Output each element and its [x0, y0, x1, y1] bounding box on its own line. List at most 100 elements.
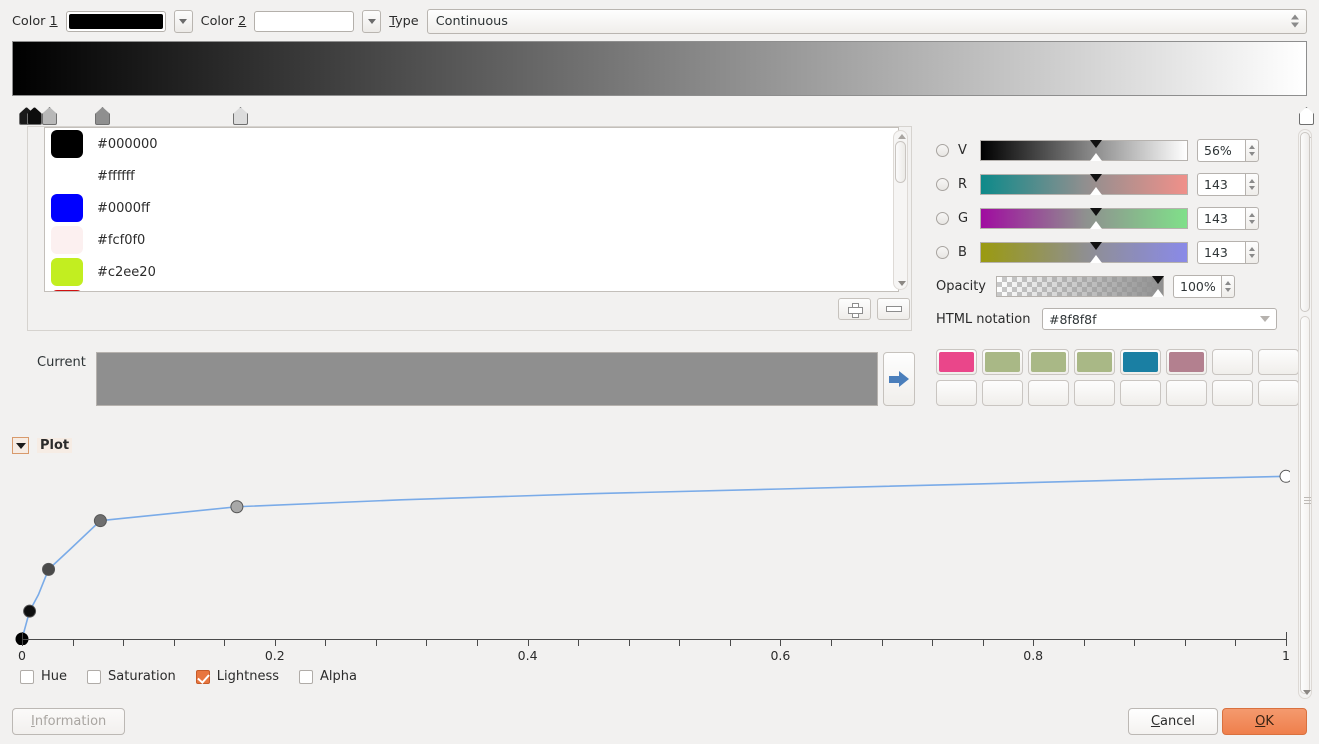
scroll-down-icon[interactable]	[898, 281, 906, 286]
color2-swatch-button[interactable]	[254, 10, 355, 32]
plot-marker[interactable]	[1279, 469, 1293, 483]
html-notation-field[interactable]: #8f8f8f	[1042, 308, 1277, 330]
plot-expander-button[interactable]	[12, 437, 29, 454]
palette-cell[interactable]	[936, 380, 977, 406]
channel-slider-b[interactable]	[980, 241, 1188, 263]
palette-cell[interactable]	[1212, 349, 1253, 375]
channel-value-r[interactable]: 143	[1197, 172, 1245, 196]
slider-thumb-top-icon[interactable]	[1152, 275, 1165, 284]
ok-button[interactable]: OK	[1222, 708, 1307, 735]
palette-cell[interactable]	[982, 380, 1023, 406]
plot-section-header[interactable]: Plot	[12, 437, 73, 454]
slider-thumb-bottom-icon[interactable]	[1090, 186, 1103, 195]
channel-stepper-b[interactable]	[1245, 240, 1259, 264]
color1-swatch-button[interactable]	[65, 10, 166, 32]
palette-cell[interactable]	[1028, 349, 1069, 375]
cancel-button[interactable]: Cancel	[1128, 708, 1218, 735]
gradient-stop-handle[interactable]	[1299, 107, 1314, 125]
plot-marker[interactable]	[23, 604, 37, 618]
opacity-slider[interactable]	[996, 275, 1165, 297]
channel-radio-g[interactable]	[936, 211, 949, 225]
checkbox-saturation[interactable]: Saturation	[87, 669, 176, 684]
palette-cell[interactable]	[936, 349, 977, 375]
channel-stepper-g[interactable]	[1245, 206, 1259, 230]
palette-cell[interactable]	[1166, 380, 1207, 406]
channel-slider-v[interactable]	[980, 139, 1188, 161]
color-list-scrollbar[interactable]	[893, 130, 908, 290]
checkbox-alpha[interactable]: Alpha	[299, 669, 357, 684]
gradient-preview[interactable]	[12, 41, 1307, 96]
color1-dropdown-button[interactable]	[173, 9, 193, 33]
palette-cell[interactable]	[1120, 380, 1161, 406]
gradient-stop-handle[interactable]	[95, 107, 110, 125]
gradient-stop-handle[interactable]	[42, 107, 57, 125]
plot-marker[interactable]	[42, 562, 56, 576]
add-stop-button[interactable]	[838, 298, 871, 320]
slider-thumb-bottom-icon[interactable]	[1152, 288, 1165, 297]
color-stop-row[interactable]: #000000	[45, 128, 898, 160]
slider-thumb-bottom-icon[interactable]	[1090, 152, 1103, 161]
channel-radio-r[interactable]	[936, 177, 949, 191]
palette-cell[interactable]	[1028, 380, 1069, 406]
chevron-down-icon[interactable]	[1260, 316, 1270, 322]
slider-thumb-top-icon[interactable]	[1090, 241, 1103, 250]
color2-dropdown-button[interactable]	[362, 9, 382, 33]
checkbox-hue[interactable]: Hue	[20, 669, 67, 684]
color-stop-row[interactable]: #0000ff	[45, 192, 898, 224]
channel-slider-g[interactable]	[980, 207, 1188, 229]
scroll-down-icon[interactable]	[1303, 690, 1311, 695]
channel-stepper-v[interactable]	[1245, 138, 1259, 162]
plot-canvas[interactable]	[0, 455, 1293, 646]
checkbox-box-icon[interactable]	[20, 669, 34, 684]
scroll-up-icon[interactable]	[898, 134, 906, 139]
channel-slider-r[interactable]	[980, 173, 1188, 195]
gradient-stop-handle[interactable]	[233, 107, 248, 125]
palette-cell[interactable]	[982, 349, 1023, 375]
scrollbar-thumb[interactable]	[895, 141, 906, 183]
channel-radio-b[interactable]	[936, 245, 949, 259]
slider-thumb-top-icon[interactable]	[1090, 207, 1103, 216]
gradient-stop-handles[interactable]	[0, 107, 1319, 127]
channel-stepper-r[interactable]	[1245, 172, 1259, 196]
color-stop-row[interactable]: #ffffff	[45, 160, 898, 192]
color-stop-row[interactable]: #c2ee20	[45, 256, 898, 288]
channel-value-g[interactable]: 143	[1197, 206, 1245, 230]
channel-value-b[interactable]: 143	[1197, 240, 1245, 264]
color-stop-list[interactable]: #000000 #ffffff #0000ff #fcf0f0 #c2ee20	[44, 127, 899, 292]
information-button[interactable]: Information	[12, 708, 126, 735]
palette-cell[interactable]	[1212, 380, 1253, 406]
palette-cell[interactable]	[1074, 349, 1115, 375]
opacity-stepper[interactable]	[1221, 274, 1235, 298]
palette-cell[interactable]	[1120, 349, 1161, 375]
plot-marker[interactable]	[93, 514, 107, 528]
color-stop-row[interactable]: #fcf0f0	[45, 224, 898, 256]
color-stop-row[interactable]	[45, 288, 898, 291]
plot-marker[interactable]	[230, 500, 244, 514]
palette-cell[interactable]	[1258, 380, 1299, 406]
opacity-value[interactable]: 100%	[1173, 274, 1221, 298]
scrollbar-thumb-lower[interactable]	[1300, 316, 1311, 694]
checkbox-box-icon[interactable]	[299, 669, 314, 684]
dialog-scrollbar[interactable]	[1298, 129, 1312, 699]
palette-cell[interactable]	[1258, 349, 1299, 375]
spinner-arrows-icon[interactable]	[1291, 14, 1299, 28]
palette-cell[interactable]	[1074, 380, 1115, 406]
remove-stop-button[interactable]	[877, 298, 910, 320]
slider-thumb-bottom-icon[interactable]	[1090, 254, 1103, 263]
gradient-stop-handle[interactable]	[27, 107, 42, 125]
checkbox-box-icon[interactable]	[195, 669, 210, 684]
channel-value-v[interactable]: 56%	[1197, 138, 1245, 162]
checkbox-box-icon[interactable]	[87, 669, 102, 684]
gradient-strip[interactable]	[12, 41, 1307, 96]
apply-color-button[interactable]	[883, 352, 915, 406]
scrollbar-thumb-upper[interactable]	[1300, 132, 1310, 312]
slider-thumb-top-icon[interactable]	[1090, 173, 1103, 182]
current-color-preview[interactable]	[96, 352, 878, 406]
slider-thumb-bottom-icon[interactable]	[1090, 220, 1103, 229]
channel-radio-v[interactable]	[936, 143, 949, 157]
palette-cell[interactable]	[1166, 349, 1207, 375]
slider-thumb-top-icon[interactable]	[1090, 139, 1103, 148]
axis-tick-label: 1	[1282, 648, 1290, 663]
checkbox-lightness[interactable]: Lightness	[195, 669, 279, 684]
type-combobox[interactable]: Continuous	[426, 8, 1307, 34]
